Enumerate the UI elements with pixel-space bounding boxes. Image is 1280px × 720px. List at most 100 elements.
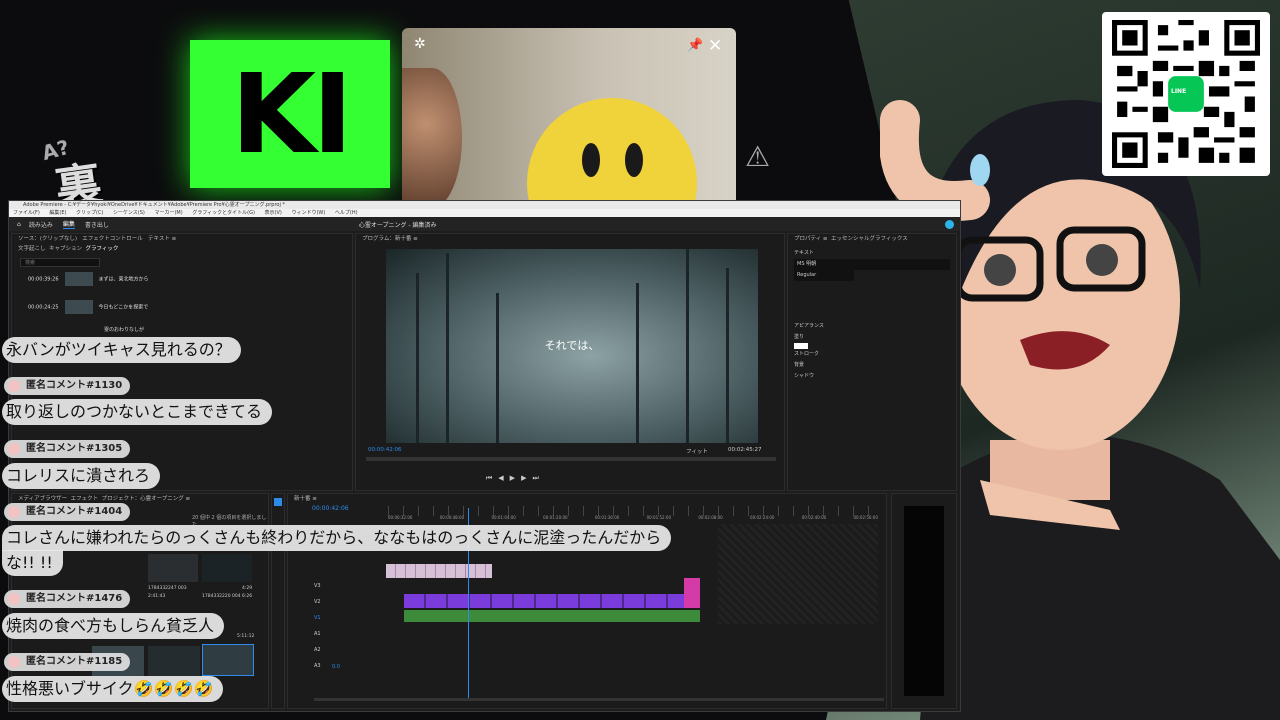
track-label[interactable]: V3 [314, 578, 321, 594]
bin-item-duration: 5:11:12 [237, 634, 255, 639]
chat-username: 匿名コメント#1404 [4, 503, 131, 521]
subtitle-text: それでは、 [544, 339, 600, 352]
program-zoom-select[interactable]: フィット [686, 447, 708, 455]
program-timecode[interactable]: 00:00:42:06 [368, 447, 402, 453]
line-badge: LINE [1171, 88, 1187, 95]
smiley-eye-right [625, 143, 643, 177]
tab-effect-controls[interactable]: エフェクトコントロール [82, 236, 143, 242]
close-icon[interactable]: ✕ [708, 36, 722, 56]
program-tab[interactable]: プログラム：新十番 ≡ [356, 234, 784, 244]
tab-source[interactable]: ソース：(クリップなし) [18, 236, 77, 242]
props-stroke[interactable]: ストローク [794, 349, 950, 360]
props-fill[interactable]: 塗り [794, 332, 950, 343]
tab-graphics[interactable]: グラフィック [86, 246, 119, 252]
source-tabs: ソース：(クリップなし) エフェクトコントロール テキスト ≡ [12, 234, 352, 244]
video-clip-v1[interactable] [404, 594, 696, 608]
tab-effects[interactable]: エフェクト [71, 496, 99, 502]
tab-edit[interactable]: 編集 [62, 219, 75, 229]
bin-thumbnail[interactable] [148, 554, 198, 582]
chat-message: 永バンがツイキャス見れるの？ [2, 337, 241, 363]
props-background[interactable]: 背景 [794, 360, 950, 371]
properties-panel: プロパティ ≡ エッセンシャルグラフィックス テキスト MS 明朝 Regula… [787, 233, 957, 491]
caption-thumb [64, 300, 93, 314]
bin-thumbnail[interactable] [202, 554, 252, 582]
program-duration: 00:02:45:27 [728, 447, 762, 453]
font-style-select[interactable]: Regular [794, 270, 854, 281]
caption-search-input[interactable] [20, 258, 100, 267]
props-tabs: プロパティ ≡ エッセンシャルグラフィックス [788, 234, 956, 244]
project-name: 心霊オープニング - 編集済み [358, 221, 437, 229]
streamer-face [402, 68, 462, 206]
caption-in: 00:00:39:26 [28, 276, 59, 283]
gear-icon[interactable]: ✲ [414, 36, 426, 52]
pin-icon[interactable]: 📌 [687, 38, 703, 53]
props-section-text[interactable]: テキスト [794, 248, 950, 259]
chat-message: 性格悪いブサイク🤣🤣🤣🤣 [2, 676, 224, 702]
font-select[interactable]: MS 明朝 [794, 259, 950, 270]
track-label[interactable]: V2 [314, 594, 321, 610]
ruler-labels: 00:00:32:00 00:00:48:00 00:01:04:00 00:01:2… [388, 515, 878, 520]
program-scrubber[interactable] [366, 457, 776, 461]
timeline-scrollbar[interactable] [314, 698, 884, 701]
smiley-cushion [527, 98, 697, 206]
source-subtabs: 文字起こし キャプション グラフィック [12, 244, 352, 254]
chat-message: な!! !! [2, 550, 63, 576]
chat-avatar [8, 656, 20, 668]
chat-username: 匿名コメント#1130 [4, 377, 131, 395]
timeline-timecode[interactable]: 00:00:42:06 [312, 505, 349, 512]
tab-project[interactable]: プロジェクト：心霊オープニング ≡ [102, 496, 191, 502]
menu-view[interactable]: 表示(V) [265, 210, 282, 216]
caption-row[interactable]: 00:00:24:25 今日もどこかを探索で [28, 300, 148, 314]
window-title: Adobe Premiere - C:¥データ¥hyoki¥OneDrive¥ド… [9, 201, 960, 209]
line-qr-code[interactable]: LINE [1102, 12, 1270, 176]
master-volume[interactable]: 0.0 [332, 664, 340, 670]
track-label[interactable]: V1 [314, 610, 321, 626]
tab-properties[interactable]: プロパティ ≡ [794, 236, 828, 242]
program-monitor: プログラム：新十番 ≡ それでは、 00:00:42:06 フィット 00:02… [355, 233, 785, 491]
menu-clip[interactable]: クリップ(C) [76, 210, 103, 216]
menu-edit[interactable]: 編集(E) [49, 210, 66, 216]
tab-import[interactable]: 読み込み [29, 220, 53, 229]
chat-username: 匿名コメント#1476 [4, 590, 131, 608]
home-icon[interactable]: ⌂ [17, 221, 21, 228]
bin-item-name: 1784332220 004 [202, 594, 241, 599]
chat-message: コレリスに潰されろ [2, 463, 161, 489]
track-label[interactable]: A2 [314, 642, 321, 658]
menu-window[interactable]: ウィンドウ(W) [291, 210, 325, 216]
menu-help[interactable]: ヘルプ(H) [335, 210, 358, 216]
audio-clip-a1[interactable] [404, 610, 700, 622]
account-icon[interactable] [945, 219, 954, 229]
track-label[interactable]: A1 [314, 626, 321, 642]
menu-marker[interactable]: マーカー(M) [154, 210, 182, 216]
menu-sequence[interactable]: シーケンス(S) [113, 210, 145, 216]
chat-username: 匿名コメント#1305 [4, 440, 131, 458]
tab-essential-graphics[interactable]: エッセンシャルグラフィックス [831, 236, 908, 242]
caption-thumb [64, 272, 93, 286]
menu-file[interactable]: ファイル(F) [13, 210, 40, 216]
webcam-window: ✲ 📌 ✕ [402, 28, 736, 206]
tab-transcript[interactable]: 文字起こし [18, 246, 46, 252]
empty-track-region [718, 524, 878, 624]
caption-row[interactable]: 霊のおわりなしが [104, 326, 144, 333]
caption-text: まずは、東北地方から [98, 276, 149, 283]
playback-controls[interactable]: ⏮◀▶▶⏭ [486, 474, 545, 483]
tab-text[interactable]: テキスト ≡ [148, 236, 176, 242]
chat-message: コレさんに嫌われたらのっくさんも終わりだから、ななもはのっくさんに泥塗ったんだか… [2, 525, 672, 551]
tab-captions[interactable]: キャプション [49, 246, 82, 252]
bin-item-name: 1784332247 003 [148, 586, 187, 591]
bin-thumbnail[interactable] [148, 646, 200, 676]
tab-export[interactable]: 書き出し [85, 220, 109, 229]
graphic-clips[interactable] [386, 564, 492, 578]
audio-meter [904, 506, 944, 696]
props-section-appearance[interactable]: アピアランス [794, 321, 950, 332]
bin-thumbnail-selected[interactable] [202, 644, 254, 676]
chat-message: 取り返しのつかないとこまできてる [2, 399, 273, 425]
props-shadow[interactable]: シャドウ [794, 371, 950, 382]
caption-row[interactable]: 00:00:39:26 まずは、東北地方から [28, 272, 149, 286]
timeline-tab[interactable]: 新十番 ≡ [288, 494, 886, 504]
menu-graphics[interactable]: グラフィックとタイトル(G) [192, 210, 255, 216]
selection-tool-icon[interactable] [274, 498, 282, 506]
track-label[interactable]: A3 [314, 658, 321, 674]
video-clip-magenta[interactable] [684, 578, 700, 608]
tab-media-browser[interactable]: メディアブラウザー [18, 496, 67, 502]
